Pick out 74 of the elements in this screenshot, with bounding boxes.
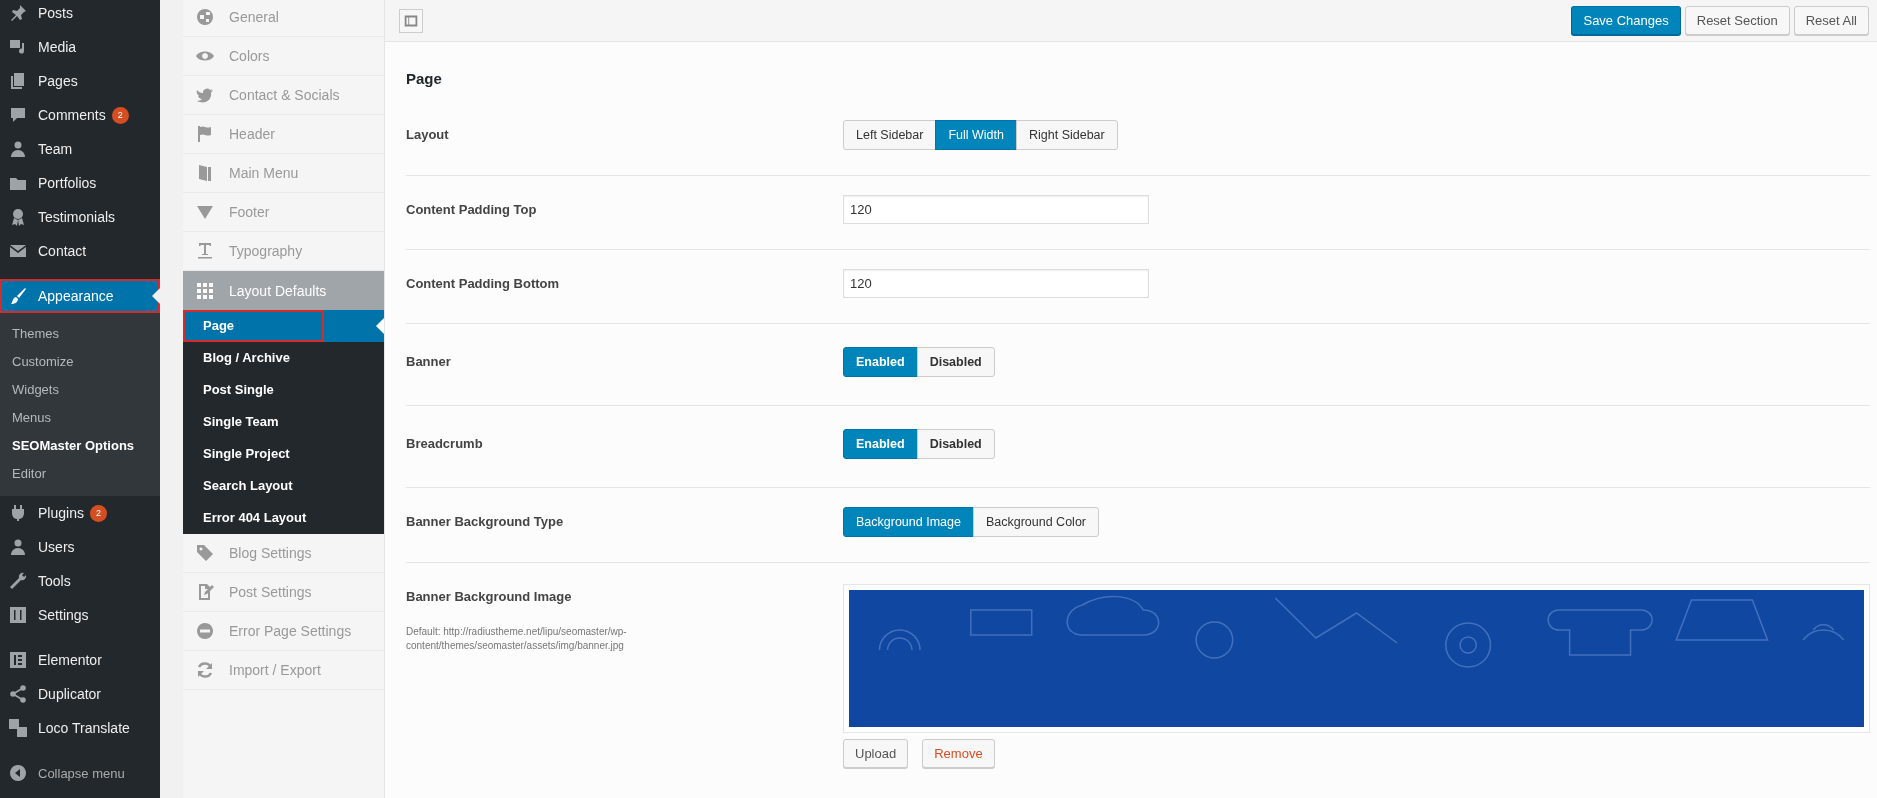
reset-button[interactable]: Reset Section: [1684, 6, 1790, 35]
submenu-item[interactable]: Editor: [0, 460, 160, 488]
field-description: Default: http://radiustheme.net/lipu/seomaster/wp-content/themes/seomaster/assets/img/banner.jpg: [406, 625, 628, 653]
grid-icon: [195, 280, 215, 301]
layout-toggle-button[interactable]: [399, 8, 423, 33]
count-badge: 2: [89, 504, 107, 522]
admin-menu-item[interactable]: Settings: [0, 598, 160, 632]
globe-icon: [195, 7, 215, 27]
admin-menu-item[interactable]: Tools: [0, 564, 160, 598]
field-label: Content Padding Top: [406, 201, 538, 219]
option-button[interactable]: Right Sidebar: [1016, 120, 1118, 150]
options-subnav-item[interactable]: Error 404 Layout: [183, 502, 384, 534]
translate-icon: [8, 718, 28, 738]
options-subnav-item[interactable]: Search Layout: [183, 470, 384, 502]
field-label: Content Padding Bottom: [406, 275, 561, 293]
option-button[interactable]: Full Width: [935, 120, 1017, 150]
admin-menu-item[interactable]: Posts: [0, 0, 160, 30]
admin-menu-item[interactable]: Team: [0, 132, 160, 166]
field-label: Banner Background Type: [406, 513, 565, 531]
option-button[interactable]: Disabled: [916, 347, 995, 377]
options-subnav-item[interactable]: Post Single: [183, 374, 384, 406]
admin-menu-item[interactable]: Testimonials: [0, 200, 160, 234]
person-icon: [8, 139, 28, 159]
comment-icon: [8, 105, 28, 125]
section-title: Page: [406, 69, 443, 89]
admin-menu-item[interactable]: Duplicator: [0, 677, 160, 711]
wrench-icon: [8, 571, 28, 591]
submenu-item[interactable]: Widgets: [0, 376, 160, 404]
admin-menu-item[interactable]: Pages: [0, 64, 160, 98]
admin-menu-item[interactable]: Plugins 2: [0, 496, 160, 530]
options-subnav-item[interactable]: Page: [183, 310, 384, 342]
remove-button[interactable]: Remove: [922, 739, 995, 768]
submenu-item[interactable]: Customize: [0, 348, 160, 376]
submenu-item[interactable]: SEOMaster Options: [0, 432, 160, 460]
admin-menu-item[interactable]: Elementor: [0, 643, 160, 677]
sliders-icon: [8, 605, 28, 625]
reset-button[interactable]: Reset All: [1793, 6, 1869, 35]
field-label: Breadcrumb: [406, 435, 484, 453]
option-button[interactable]: Enabled: [843, 429, 918, 459]
upload-button[interactable]: Upload: [843, 739, 909, 768]
tags-icon: [195, 543, 215, 563]
number-field[interactable]: 120: [843, 195, 1149, 224]
admin-menu-item[interactable]: Loco Translate: [0, 711, 160, 745]
option-button[interactable]: Enabled: [843, 347, 918, 377]
typography-icon: [195, 241, 215, 261]
person-icon: [8, 537, 28, 557]
admin-menu-item[interactable]: Users: [0, 530, 160, 564]
field-label: Banner Background Image: [406, 588, 573, 606]
option-button[interactable]: Disabled: [916, 429, 995, 459]
collapse-menu-button[interactable]: Collapse menu: [0, 756, 160, 790]
count-badge: 2: [111, 106, 129, 124]
submenu-item[interactable]: Themes: [0, 320, 160, 348]
submenu-item[interactable]: Menus: [0, 404, 160, 432]
save-button[interactable]: Save Changes: [1571, 6, 1681, 35]
options-subnav-item[interactable]: Single Team: [183, 406, 384, 438]
options-subnav-item[interactable]: Blog / Archive: [183, 342, 384, 374]
option-button[interactable]: Left Sidebar: [843, 120, 937, 150]
collapse-icon: [8, 763, 28, 783]
brush-icon: [8, 286, 28, 306]
admin-menu-item[interactable]: Media: [0, 30, 160, 64]
pointer-icon: [152, 288, 160, 304]
admin-menu-item[interactable]: Contact: [0, 234, 160, 268]
field-label: Banner: [406, 353, 452, 371]
field-label: Layout: [406, 126, 450, 144]
refresh-icon: [195, 660, 215, 680]
option-button[interactable]: Background Image: [843, 507, 974, 537]
admin-menu-item[interactable]: Appearance: [0, 279, 160, 313]
share-icon: [8, 684, 28, 704]
admin-menu-item[interactable]: Comments 2: [0, 98, 160, 132]
number-field[interactable]: 120: [843, 269, 1149, 298]
options-subnav-item[interactable]: Single Project: [183, 438, 384, 470]
option-button[interactable]: Background Color: [972, 507, 1099, 537]
highlight-frame: Page: [183, 310, 324, 342]
admin-menu-item[interactable]: Portfolios: [0, 166, 160, 200]
